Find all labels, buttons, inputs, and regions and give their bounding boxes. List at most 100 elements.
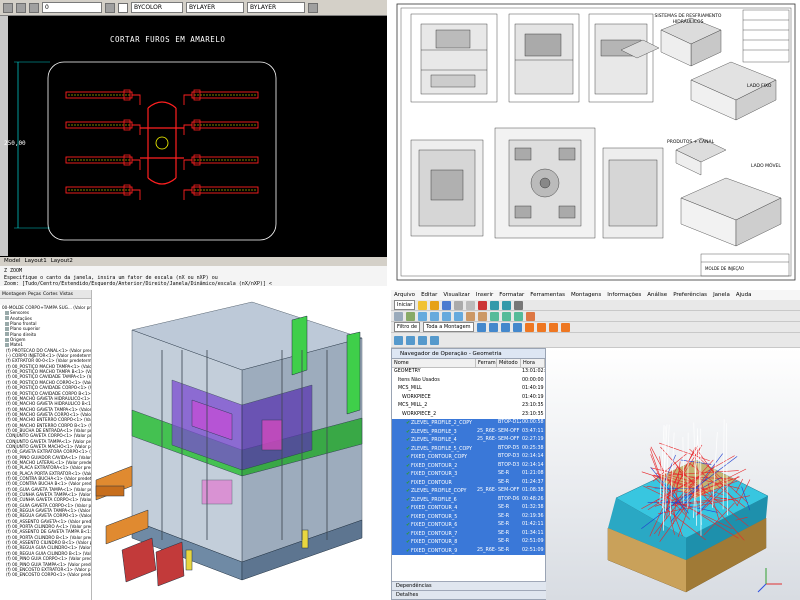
section-dependencias[interactable]: Dependências bbox=[392, 581, 547, 590]
tab-model[interactable]: Model bbox=[4, 257, 21, 266]
copy-icon[interactable] bbox=[466, 300, 476, 310]
navigator-row[interactable]: ✔ZLEVEL_PROFILE_5_COPY BTOP-D5 00:25:38 bbox=[392, 444, 545, 453]
navigator-row[interactable]: ✔FIXED_CONTOUR_925_R6E-12SE-R02:51:09 bbox=[392, 546, 545, 555]
navigator-row[interactable]: ✔FIXED_CONTOUR_4 SE-R 01:32:38 bbox=[392, 504, 545, 513]
selection-icon[interactable] bbox=[394, 311, 403, 321]
command-finder-icon[interactable] bbox=[514, 300, 524, 310]
tab-layout2[interactable]: Layout2 bbox=[51, 257, 73, 266]
tab-vistas[interactable]: Vistas bbox=[60, 290, 73, 298]
col-metodo[interactable]: Método bbox=[497, 359, 521, 367]
create-operation-icon[interactable] bbox=[524, 322, 534, 332]
method-view-icon[interactable] bbox=[430, 335, 439, 345]
navigator-row[interactable]: ✔FIXED_CONTOUR_2 BTOP-D3 02:14:14 bbox=[392, 461, 545, 470]
geometry-view-icon[interactable] bbox=[418, 335, 427, 345]
generate-toolpath-icon[interactable] bbox=[490, 311, 499, 321]
navigator-row[interactable]: ✔FIXED_CONTOUR_6 SE-R 01:42:11 bbox=[392, 521, 545, 530]
menu-item[interactable]: Janela bbox=[713, 290, 730, 300]
nx-graphics-viewport[interactable] bbox=[546, 348, 800, 600]
snap-mid-icon[interactable] bbox=[500, 322, 510, 332]
row-time: 03:47:11 bbox=[521, 427, 545, 436]
zoom-icon[interactable] bbox=[430, 311, 439, 321]
menu-item[interactable]: Editar bbox=[421, 290, 437, 300]
tab-pecas[interactable]: Peças bbox=[28, 290, 41, 298]
row-name: ✔FIXED_CONTOUR_5 bbox=[392, 512, 476, 521]
row-tool bbox=[476, 402, 497, 411]
navigator-row[interactable]: WORKPIECE 01:40:19 bbox=[392, 394, 545, 403]
create-method-icon[interactable] bbox=[560, 322, 570, 332]
navigator-row[interactable]: ✔FIXED_CONTOUR_5 SE-R 02:19:36 bbox=[392, 512, 545, 521]
shaded-icon[interactable] bbox=[466, 311, 475, 321]
fit-icon[interactable] bbox=[418, 311, 427, 321]
menu-item[interactable]: Visualizar bbox=[443, 290, 469, 300]
navigator-row[interactable]: ✔ZLEVEL_PROFILE_6 BTOP-D6 00:48:26 bbox=[392, 495, 545, 504]
navigator-row[interactable]: MCS_MILL 01:40:19 bbox=[392, 385, 545, 394]
navigator-row[interactable]: Itens Não Usados 00:00:00 bbox=[392, 377, 545, 386]
tool-view-icon[interactable] bbox=[406, 335, 415, 345]
navigator-row[interactable]: ✔FIXED_CONTOUR_7 SE-R 01:34:11 bbox=[392, 529, 545, 538]
tab-layout1[interactable]: Layout1 bbox=[25, 257, 47, 266]
pan-icon[interactable] bbox=[454, 311, 463, 321]
postprocess-icon[interactable] bbox=[514, 311, 523, 321]
navigator-row[interactable]: GEOMETRY 13:01:02:05 bbox=[392, 368, 545, 377]
menu-item[interactable]: Montagens bbox=[571, 290, 601, 300]
col-ferramenta[interactable]: Ferram... bbox=[476, 359, 497, 367]
plane-icon bbox=[5, 343, 9, 348]
verify-toolpath-icon[interactable] bbox=[502, 311, 511, 321]
col-hora[interactable]: Hora bbox=[521, 359, 545, 367]
snap-center-icon[interactable] bbox=[512, 322, 522, 332]
menu-item[interactable]: Análise bbox=[647, 290, 667, 300]
menu-item[interactable]: Informações bbox=[607, 290, 641, 300]
snap-point-icon[interactable] bbox=[476, 322, 486, 332]
scope-combo[interactable]: Toda a Montagem bbox=[423, 322, 474, 332]
section-detalhes[interactable]: Detalhes bbox=[392, 590, 547, 599]
create-geometry-icon[interactable] bbox=[548, 322, 558, 332]
solidworks-viewport[interactable] bbox=[92, 290, 389, 600]
navigator-row[interactable]: ✔ZLEVEL_PROFILE_425_R6E-12SEM-OFF02:27:1… bbox=[392, 436, 545, 445]
cut-icon[interactable] bbox=[454, 300, 464, 310]
cooling-link-left bbox=[132, 94, 141, 105]
row-tool bbox=[476, 385, 497, 394]
navigator-rows: GEOMETRY 13:01:02:05 Itens Não Usados 00:00… bbox=[392, 368, 545, 555]
navigator-row[interactable]: ✔ZLEVEL_PROFILE_COPY25_R6E-12SEM-OFF01:0… bbox=[392, 487, 545, 496]
filter-combo[interactable]: Filtro de bbox=[394, 322, 421, 332]
navigator-row[interactable]: MCS_MILL_2 23:10:35 bbox=[392, 402, 545, 411]
delete-icon[interactable] bbox=[478, 300, 488, 310]
menu-item[interactable]: Preferências bbox=[673, 290, 707, 300]
snap-end-icon[interactable] bbox=[488, 322, 498, 332]
create-tool-icon[interactable] bbox=[536, 322, 546, 332]
new-file-icon[interactable] bbox=[418, 300, 428, 310]
navigator-row[interactable]: ✔ZLEVEL_PROFILE_2_COPY BTOP-D12 00:00:58 bbox=[392, 419, 545, 428]
tab-cortes[interactable]: Cortes bbox=[43, 290, 58, 298]
redo-icon[interactable] bbox=[502, 300, 512, 310]
col-nome[interactable]: Nome bbox=[392, 359, 476, 367]
command-line[interactable]: Z ZOOM Especifique o canto da janela, in… bbox=[0, 266, 387, 286]
menu-item[interactable]: Arquivo bbox=[394, 290, 415, 300]
navigator-row[interactable]: ✔FIXED_CONTOUR SE-R 01:24:37 bbox=[392, 478, 545, 487]
navigator-row[interactable]: ✔FIXED_CONTOUR_COPY BTOP-D3 02:14:14 bbox=[392, 453, 545, 462]
menu-item[interactable]: Ajuda bbox=[736, 290, 752, 300]
side-view-left bbox=[410, 139, 484, 237]
menu-item[interactable]: Inserir bbox=[476, 290, 493, 300]
navigator-row[interactable]: ✔ZLEVEL_PROFILE_325_R6E-12SEM-OFF03:47:1… bbox=[392, 427, 545, 436]
mold-assembly-3d bbox=[95, 301, 363, 587]
navigator-row[interactable]: WORKPIECE_2 23:10:35 bbox=[392, 411, 545, 420]
navigator-row[interactable]: ✔FIXED_CONTOUR_3 SE-R 01:21:08 bbox=[392, 470, 545, 479]
toolbar-row-3: Filtro de Toda a Montagem bbox=[391, 322, 800, 333]
row-time: 02:14:14 bbox=[521, 453, 545, 462]
start-combo[interactable]: Iniciar bbox=[394, 300, 416, 310]
shop-doc-icon[interactable] bbox=[526, 311, 535, 321]
row-method: SEM-OFF bbox=[497, 487, 521, 496]
program-view-icon[interactable] bbox=[394, 335, 403, 345]
menu-item[interactable]: Ferramentas bbox=[530, 290, 565, 300]
tab-montagem[interactable]: Montagem bbox=[2, 290, 26, 298]
menu-item[interactable]: Formatar bbox=[499, 290, 524, 300]
save-icon[interactable] bbox=[442, 300, 452, 310]
navigator-row[interactable]: ✔FIXED_CONTOUR_8 SE-R 02:51:09 bbox=[392, 538, 545, 547]
undo-icon[interactable] bbox=[490, 300, 500, 310]
orient-icon[interactable] bbox=[406, 311, 415, 321]
open-folder-icon[interactable] bbox=[430, 300, 440, 310]
row-name: MCS_MILL bbox=[392, 385, 476, 394]
rotate-icon[interactable] bbox=[442, 311, 451, 321]
wireframe-icon[interactable] bbox=[478, 311, 487, 321]
feature-tree-item[interactable]: (f) 00_ENCOSTO CORPO<1> (Valor predeterm… bbox=[0, 572, 91, 577]
